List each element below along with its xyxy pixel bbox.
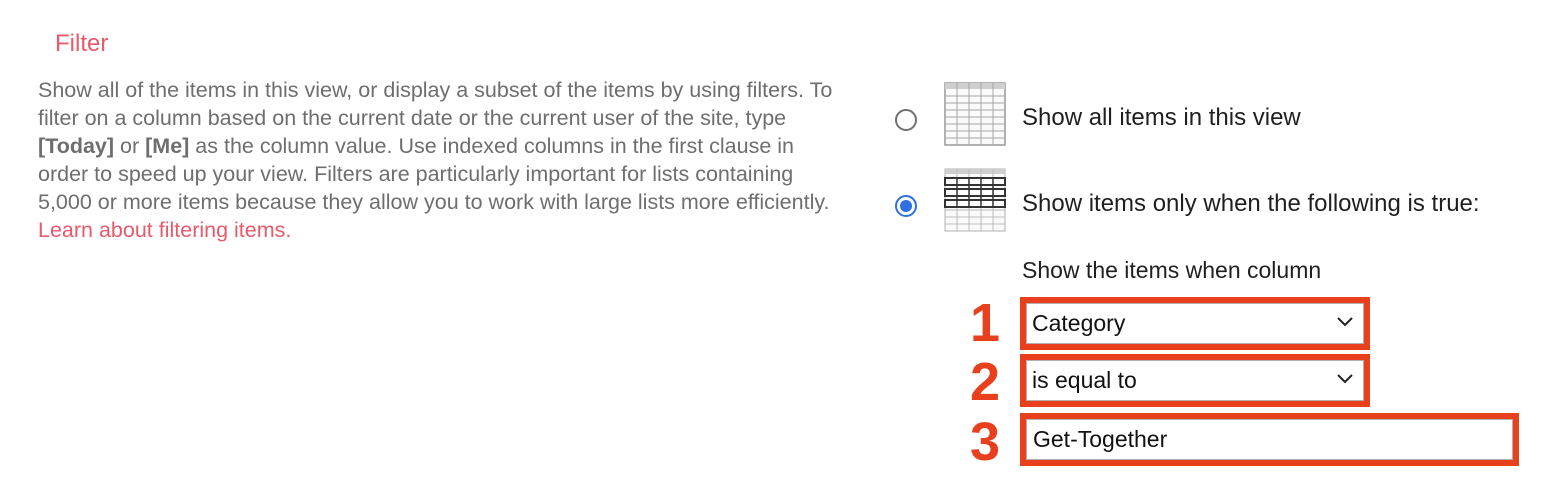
column-select-highlight: Category xyxy=(1020,297,1370,350)
table-filter-icon xyxy=(944,168,1006,237)
description-text-1: Show all of the items in this view, or d… xyxy=(38,78,833,130)
operator-select-highlight: is equal to xyxy=(1020,354,1370,407)
step-2-number: 2 xyxy=(970,352,1001,412)
filter-heading: Show the items when column xyxy=(1022,257,1322,283)
show-all-label[interactable]: Show all items in this view xyxy=(1022,104,1301,132)
chevron-down-icon xyxy=(1337,316,1353,326)
value-input-highlight: Get-Together xyxy=(1020,413,1519,466)
filter-section-title: Filter xyxy=(55,30,109,57)
show-filtered-label[interactable]: Show items only when the following is tr… xyxy=(1022,190,1480,218)
table-grid-icon xyxy=(944,82,1006,151)
me-token: [Me] xyxy=(145,134,190,158)
operator-select-value: is equal to xyxy=(1032,367,1137,393)
filter-value-text: Get-Together xyxy=(1033,426,1168,452)
operator-select[interactable]: is equal to xyxy=(1026,360,1364,401)
step-1-number: 1 xyxy=(970,293,1001,353)
column-select-value: Category xyxy=(1032,310,1126,336)
column-select[interactable]: Category xyxy=(1026,303,1364,344)
description-text-2: or xyxy=(114,134,146,158)
today-token: [Today] xyxy=(38,134,115,158)
filter-description: Show all of the items in this view, or d… xyxy=(38,76,848,244)
show-filtered-radio[interactable] xyxy=(895,195,917,217)
filter-value-input[interactable]: Get-Together xyxy=(1026,419,1513,460)
learn-filtering-link[interactable]: Learn about filtering items. xyxy=(38,218,291,242)
step-3-number: 3 xyxy=(970,412,1001,472)
chevron-down-icon xyxy=(1337,373,1353,383)
show-all-radio[interactable] xyxy=(895,109,917,131)
